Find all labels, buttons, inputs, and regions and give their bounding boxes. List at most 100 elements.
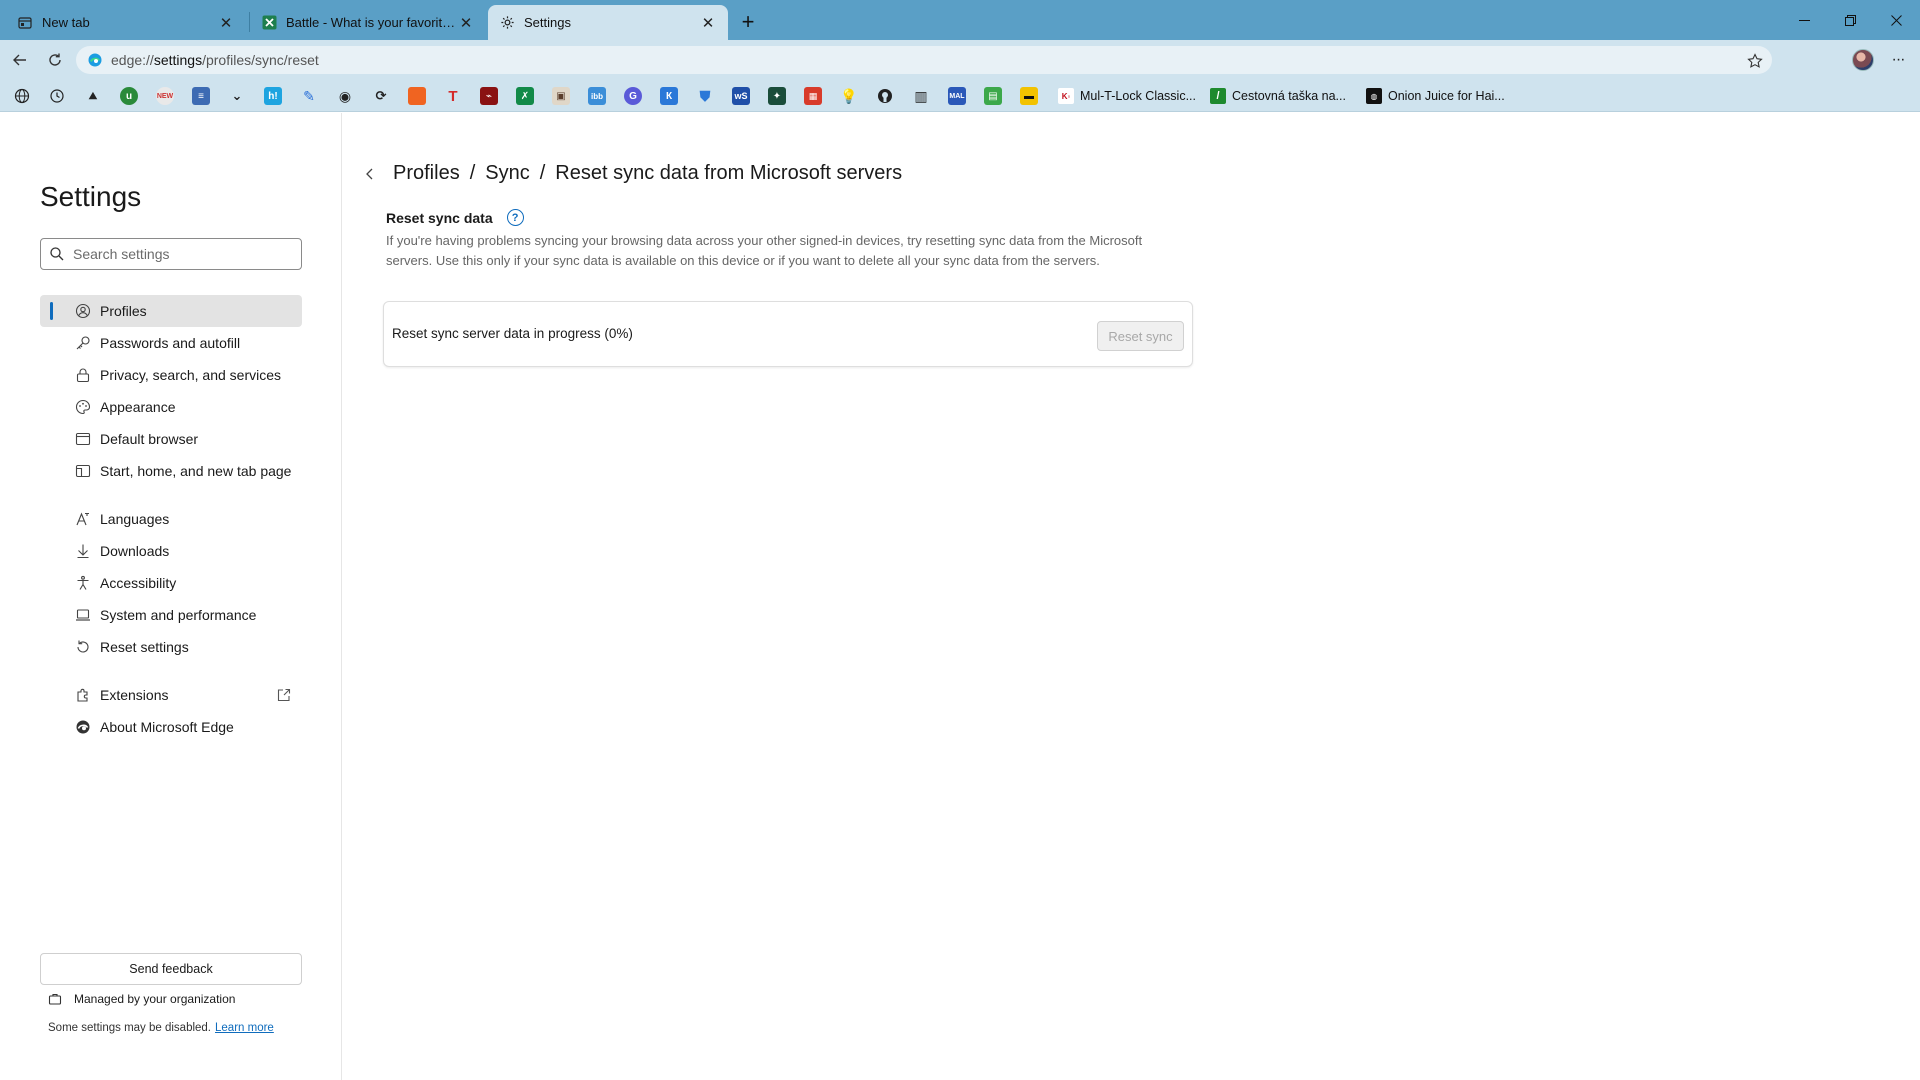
sidebar-item-label: System and performance xyxy=(100,607,257,623)
history-icon[interactable] xyxy=(48,87,66,105)
settings-sidebar: Settings Profiles Passwords and autofill… xyxy=(0,113,342,1080)
u-favicon[interactable]: u xyxy=(120,87,138,105)
close-window-button[interactable] xyxy=(1873,0,1919,40)
globe-icon[interactable] xyxy=(13,87,31,105)
home-icon xyxy=(75,463,91,479)
green-slash-favicon: / xyxy=(1210,88,1226,104)
chart-favicon[interactable]: ▤ xyxy=(984,87,1002,105)
sidebar-item-label: Accessibility xyxy=(100,575,177,591)
briefcase-icon xyxy=(48,993,62,1005)
learn-more-link[interactable]: Learn more xyxy=(215,1022,274,1034)
favorite-mul-t-lock[interactable]: K◦ Mul-T-Lock Classic... xyxy=(1058,86,1196,106)
close-icon[interactable]: ✕ xyxy=(698,13,718,33)
lightbulb-outline-icon[interactable]: ◉ xyxy=(336,87,354,105)
avatar[interactable] xyxy=(1852,49,1874,71)
sidebar-item-profiles[interactable]: Profiles xyxy=(40,295,302,327)
vk-favicon[interactable]: К xyxy=(660,87,678,105)
photo-favicon[interactable]: ▣ xyxy=(552,87,570,105)
settings-page: Settings Profiles Passwords and autofill… xyxy=(0,113,1920,1080)
sidebar-item-extensions[interactable]: Extensions xyxy=(40,679,302,711)
section-title: Reset sync data ? xyxy=(386,209,524,226)
orange-favicon[interactable] xyxy=(408,87,426,105)
tab-title: Settings xyxy=(524,15,571,30)
new-tab-button[interactable]: + xyxy=(734,8,762,36)
favorite-cestovna-taska[interactable]: / Cestovná taška na... xyxy=(1210,86,1346,106)
send-feedback-button[interactable]: Send feedback xyxy=(40,953,302,985)
search-box[interactable] xyxy=(40,238,302,270)
red-dark-favicon[interactable]: ⌁ xyxy=(480,87,498,105)
new-favicon[interactable]: NEW xyxy=(156,87,174,105)
sidebar-item-reset[interactable]: Reset settings xyxy=(40,631,302,663)
reset-sync-button[interactable]: Reset sync xyxy=(1097,321,1184,351)
close-icon[interactable]: ✕ xyxy=(216,13,236,33)
mountain-icon[interactable]: ⛰ xyxy=(84,87,102,105)
dark-green-favicon[interactable]: ✦ xyxy=(768,87,786,105)
sidebar-item-start-home[interactable]: Start, home, and new tab page xyxy=(40,455,302,487)
chevron-left-icon[interactable] xyxy=(362,166,378,182)
sidebar-item-about[interactable]: About Microsoft Edge xyxy=(40,711,302,743)
favorite-onion-juice[interactable]: ◍ Onion Juice for Hai... xyxy=(1366,86,1505,106)
favorite-label: Mul-T-Lock Classic... xyxy=(1080,89,1196,103)
back-button[interactable] xyxy=(6,46,34,74)
sidebar-item-label: Reset settings xyxy=(100,639,189,655)
spreadsheet-favicon xyxy=(260,14,278,32)
reader-icon[interactable]: ⟳ xyxy=(372,87,390,105)
sidebar-item-label: Privacy, search, and services xyxy=(100,367,282,383)
sidebar-item-appearance[interactable]: Appearance xyxy=(40,391,302,423)
breadcrumb: Profiles / Sync / Reset sync data from M… xyxy=(362,162,902,185)
sidebar-item-label: Languages xyxy=(100,511,170,527)
sidebar-item-passwords[interactable]: Passwords and autofill xyxy=(40,327,302,359)
tab-new-tab[interactable]: New tab ✕ xyxy=(0,5,246,40)
tab-settings[interactable]: Settings ✕ xyxy=(488,5,728,40)
refresh-button[interactable] xyxy=(41,46,69,74)
h-favicon[interactable]: h! xyxy=(264,87,282,105)
more-options-icon[interactable]: ··· xyxy=(1884,46,1912,74)
colorful-favicon[interactable]: ▦ xyxy=(804,87,822,105)
help-icon[interactable]: ? xyxy=(506,209,524,226)
disabled-note: Some settings may be disabled. Learn more xyxy=(48,1022,274,1034)
bulb-favicon[interactable]: 💡 xyxy=(840,87,858,105)
address-bar[interactable]: edge://settings/profiles/sync/reset xyxy=(76,46,1772,74)
sidebar-item-label: Appearance xyxy=(100,399,176,415)
mal-favicon[interactable]: MAL xyxy=(948,87,966,105)
page-title: Settings xyxy=(40,181,142,212)
document-favicon[interactable]: ≡ xyxy=(192,87,210,105)
sidebar-item-label: Default browser xyxy=(100,431,199,447)
close-icon[interactable]: ✕ xyxy=(456,13,476,33)
columns-icon[interactable]: ▥ xyxy=(912,87,930,105)
g-favicon[interactable]: G xyxy=(624,87,642,105)
url-prefix: edge:// xyxy=(111,52,154,68)
ws-favicon[interactable]: wS xyxy=(732,87,750,105)
shield-favicon[interactable]: ⛊ xyxy=(696,87,714,105)
yellow-favicon[interactable]: ▬ xyxy=(1020,87,1038,105)
title-bar: New tab ✕ Battle - What is your favorite… xyxy=(0,0,1920,40)
sidebar-item-privacy[interactable]: Privacy, search, and services xyxy=(40,359,302,391)
sidebar-item-default-browser[interactable]: Default browser xyxy=(40,423,302,455)
restore-button[interactable] xyxy=(1827,0,1873,40)
sidebar-item-label: Profiles xyxy=(100,303,147,319)
disabled-note-text: Some settings may be disabled. xyxy=(48,1022,212,1034)
search-icon xyxy=(50,247,64,261)
minimize-button[interactable] xyxy=(1781,0,1827,40)
pocket-icon[interactable]: ⌄ xyxy=(228,87,246,105)
sidebar-item-downloads[interactable]: Downloads xyxy=(40,535,302,567)
sidebar-item-languages[interactable]: Languages xyxy=(40,503,302,535)
github-icon[interactable] xyxy=(876,87,894,105)
pin-icon[interactable]: ✎ xyxy=(300,87,318,105)
edge-logo-icon xyxy=(75,719,91,735)
sidebar-item-accessibility[interactable]: Accessibility xyxy=(40,567,302,599)
ibb-favicon[interactable]: ibb xyxy=(588,87,606,105)
url-path: /profiles/sync/reset xyxy=(202,52,319,68)
search-input[interactable] xyxy=(73,246,293,262)
favorite-star-icon[interactable] xyxy=(1744,50,1766,72)
reset-icon xyxy=(75,639,91,655)
tab-battle[interactable]: Battle - What is your favorite mobile ✕ xyxy=(250,5,486,40)
breadcrumb-profiles[interactable]: Profiles xyxy=(393,162,460,185)
green-x-favicon[interactable]: ✗ xyxy=(516,87,534,105)
navigation-toolbar: edge://settings/profiles/sync/reset ··· xyxy=(0,40,1920,80)
browser-window-icon xyxy=(75,431,91,447)
onion-favicon: ◍ xyxy=(1366,88,1382,104)
t-favicon[interactable]: T xyxy=(444,87,462,105)
sidebar-item-system[interactable]: System and performance xyxy=(40,599,302,631)
breadcrumb-sync[interactable]: Sync xyxy=(485,162,529,185)
